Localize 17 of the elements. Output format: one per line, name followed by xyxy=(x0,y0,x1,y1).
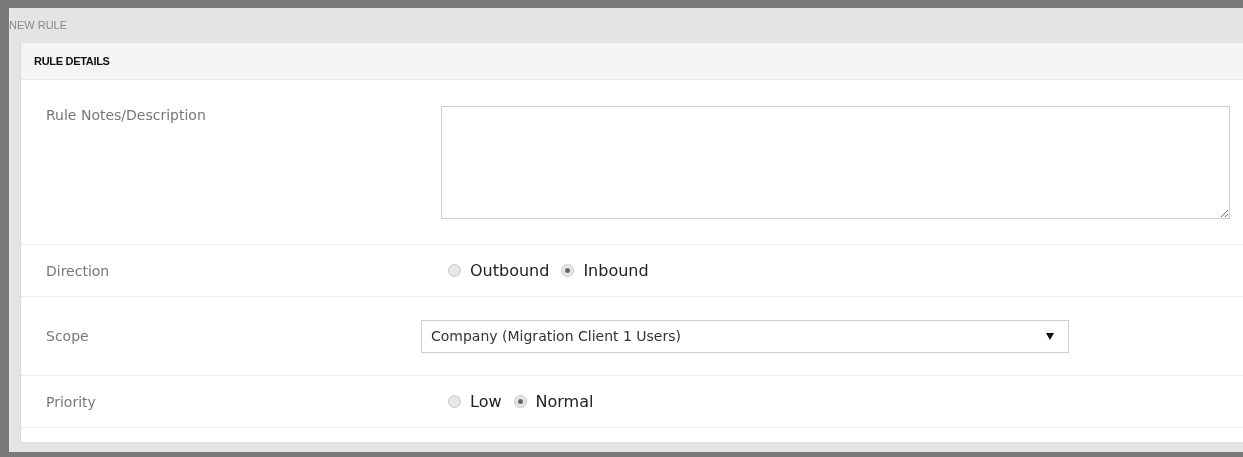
radio-option[interactable]: Low xyxy=(448,389,502,414)
notes-field[interactable] xyxy=(441,106,1230,219)
dropdown-arrow-icon xyxy=(1046,332,1054,340)
radio-option[interactable]: Inbound xyxy=(561,258,649,283)
radio-option[interactable]: Normal xyxy=(513,389,594,414)
field-label: Priority xyxy=(46,393,96,410)
radio-button[interactable] xyxy=(448,395,461,408)
field-label: Rule Notes/Description xyxy=(46,107,206,123)
section-title: RULE DETAILS xyxy=(34,53,110,69)
radio-option[interactable]: Outbound xyxy=(448,258,550,283)
field-label: Direction xyxy=(46,262,110,279)
window-title: NEW RULE xyxy=(9,18,69,34)
field-label: Scope xyxy=(46,328,89,344)
scope-dropdown[interactable]: Company (Migration Client 1 Users) xyxy=(421,319,1069,353)
radio-button[interactable] xyxy=(561,264,575,277)
radio-button[interactable] xyxy=(448,264,461,277)
radio-button[interactable] xyxy=(513,395,527,408)
